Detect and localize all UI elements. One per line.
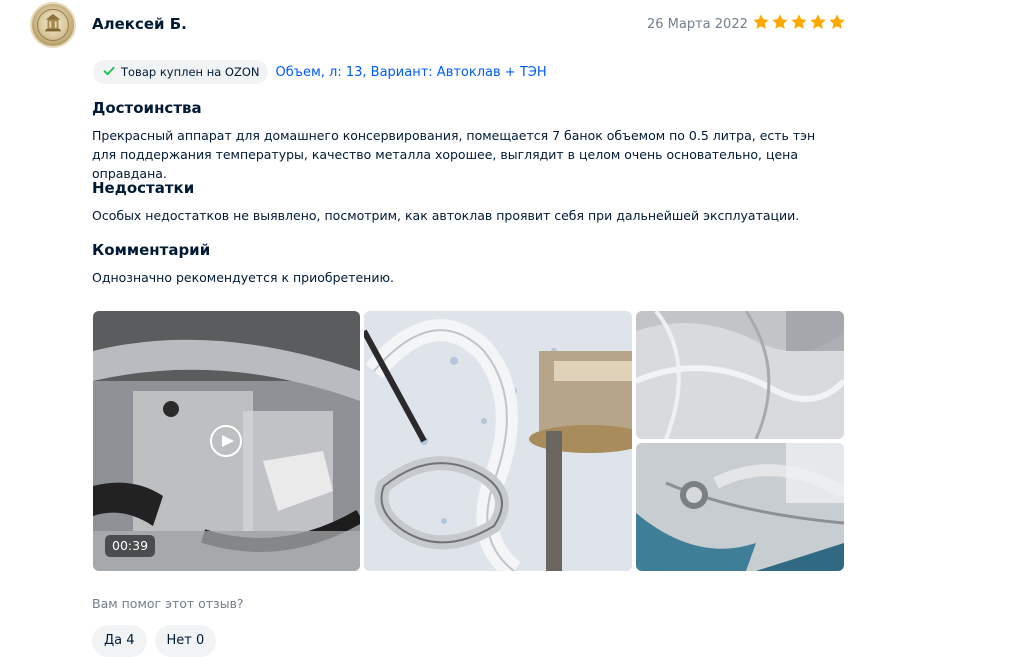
purchase-row: Товар куплен на OZON Объем, л: 13, Вариа… bbox=[93, 60, 547, 84]
vote-no-button[interactable]: Нет 0 bbox=[154, 625, 217, 657]
review-photo-3[interactable] bbox=[636, 443, 844, 571]
star-icon bbox=[791, 14, 807, 29]
star-icon bbox=[753, 14, 769, 29]
review-photo-2[interactable] bbox=[636, 311, 844, 439]
pros-title: Достоинства bbox=[92, 99, 202, 117]
purchase-badge: Товар куплен на OZON bbox=[93, 60, 268, 84]
cons-text: Особых недостатков не выявлено, посмотри… bbox=[92, 208, 800, 223]
check-icon bbox=[103, 65, 115, 80]
review-photo-1[interactable] bbox=[364, 311, 632, 571]
avatar[interactable] bbox=[30, 2, 76, 48]
star-icon bbox=[810, 14, 826, 29]
comment-text: Однозначно рекомендуется к приобретению. bbox=[92, 270, 394, 285]
rating-stars bbox=[752, 13, 846, 31]
media-gallery: 00:39 bbox=[93, 311, 844, 571]
helpful-question: Вам помог этот отзыв? bbox=[92, 596, 244, 611]
cons-title: Недостатки bbox=[92, 179, 195, 197]
variant-link[interactable]: Объем, л: 13, Вариант: Автоклав + ТЭН bbox=[276, 65, 547, 80]
video-thumbnail[interactable]: 00:39 bbox=[93, 311, 360, 571]
comment-title: Комментарий bbox=[92, 241, 211, 259]
star-icon bbox=[772, 14, 788, 29]
vote-yes-button[interactable]: Да 4 bbox=[92, 625, 147, 657]
star-icon bbox=[829, 14, 845, 29]
purchase-badge-label: Товар куплен на OZON bbox=[121, 65, 260, 79]
video-duration: 00:39 bbox=[105, 535, 156, 557]
author-name: Алексей Б. bbox=[92, 15, 187, 33]
review-date: 26 Марта 2022 bbox=[647, 17, 748, 32]
pros-text: Прекрасный аппарат для домашнего консерв… bbox=[92, 128, 816, 181]
play-icon[interactable] bbox=[210, 425, 242, 457]
vote-row: Да 4 Нет 0 bbox=[92, 625, 217, 657]
